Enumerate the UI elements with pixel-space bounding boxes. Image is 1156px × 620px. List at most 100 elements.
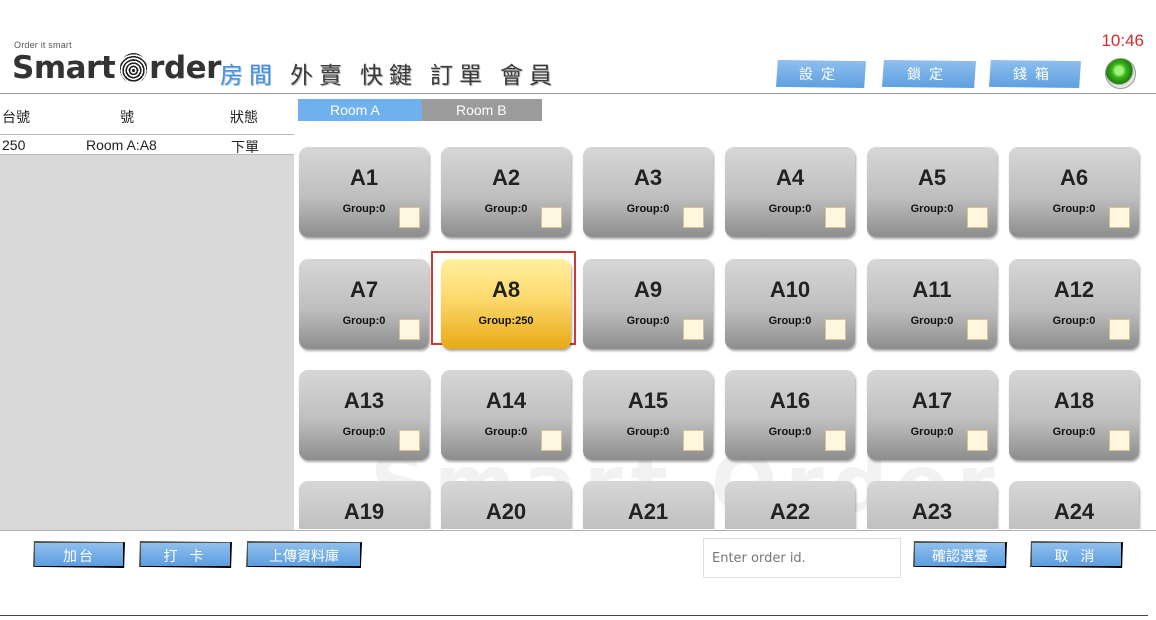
brand-logo: Smart rder bbox=[12, 50, 221, 86]
table-name: A12 bbox=[1053, 277, 1095, 302]
table-tile[interactable]: A15 Group:0 bbox=[583, 370, 713, 460]
table-checkbox[interactable] bbox=[825, 207, 846, 228]
table-tile[interactable]: A11 Group:0 bbox=[867, 259, 997, 349]
table-checkbox[interactable] bbox=[683, 430, 704, 451]
table-tile[interactable]: A2 Group:0 bbox=[441, 147, 571, 237]
nav-item-1[interactable]: 外賣 bbox=[290, 56, 348, 90]
table-name: A14 bbox=[485, 388, 527, 413]
table-checkbox[interactable] bbox=[967, 319, 988, 340]
table-checkbox[interactable] bbox=[825, 430, 846, 451]
table-name: A19 bbox=[343, 499, 385, 524]
table-grid: A1 Group:0 A2 Group:0 A3 Group:0 A4 Group:0 A5 Gr… bbox=[296, 130, 1146, 529]
table-tile[interactable]: A5 Group:0 bbox=[867, 147, 997, 237]
brand-tagline: Order it smart bbox=[14, 40, 72, 50]
table-checkbox[interactable] bbox=[967, 207, 988, 228]
table-tile[interactable]: A10 Group:0 bbox=[725, 259, 855, 349]
table-tile[interactable]: A23 bbox=[867, 481, 997, 529]
table-name: A4 bbox=[775, 165, 805, 190]
table-name: A2 bbox=[491, 165, 521, 190]
table-checkbox[interactable] bbox=[967, 430, 988, 451]
table-checkbox[interactable] bbox=[1109, 430, 1130, 451]
table-name: A17 bbox=[911, 388, 953, 413]
cancel-button[interactable]: 取 消 bbox=[1030, 541, 1123, 568]
footer-divider bbox=[0, 530, 1156, 531]
table-name: A18 bbox=[1053, 388, 1095, 413]
table-tile[interactable]: A4 Group:0 bbox=[725, 147, 855, 237]
nav-item-4[interactable]: 會員 bbox=[500, 56, 558, 90]
table-tile[interactable]: A13 Group:0 bbox=[299, 370, 429, 460]
table-checkbox[interactable] bbox=[541, 207, 562, 228]
table-tile[interactable]: A14 Group:0 bbox=[441, 370, 571, 460]
table-checkbox[interactable] bbox=[399, 207, 420, 228]
table-tile[interactable]: A8 Group:250 bbox=[441, 259, 571, 349]
table-checkbox[interactable] bbox=[683, 319, 704, 340]
table-checkbox[interactable] bbox=[683, 207, 704, 228]
upload-database-button[interactable]: 上傳資料庫 bbox=[246, 541, 362, 568]
cashbox-button[interactable]: 錢箱 bbox=[989, 60, 1081, 88]
table-name: A1 bbox=[349, 165, 379, 190]
room-tabs: Room A Room B bbox=[298, 99, 542, 121]
order-list-panel: 台號 號 狀態 250 Room A:A8 下單 bbox=[0, 94, 294, 530]
table-tile[interactable]: A19 bbox=[299, 481, 429, 529]
column-header-table: 台號 bbox=[2, 109, 30, 125]
table-name: A8 bbox=[491, 277, 521, 302]
nav-item-0[interactable]: 房間 bbox=[220, 56, 278, 90]
column-header-number: 號 bbox=[120, 109, 134, 125]
table-name: A21 bbox=[627, 499, 669, 524]
table-name: A23 bbox=[911, 499, 953, 524]
table-name: A3 bbox=[633, 165, 663, 190]
clock: 10:46 bbox=[1101, 31, 1144, 50]
table-name: A16 bbox=[769, 388, 811, 413]
table-checkbox[interactable] bbox=[541, 430, 562, 451]
table-name: A6 bbox=[1059, 165, 1089, 190]
clock-in-button[interactable]: 打 卡 bbox=[139, 541, 232, 568]
main-nav: 房間 外賣 快鍵 訂單 會員 bbox=[220, 56, 570, 90]
table-name: A24 bbox=[1053, 499, 1095, 524]
table-tile[interactable]: A9 Group:0 bbox=[583, 259, 713, 349]
table-tile[interactable]: A1 Group:0 bbox=[299, 147, 429, 237]
order-row[interactable]: 250 Room A:A8 下單 bbox=[0, 135, 294, 155]
table-tile[interactable]: A6 Group:0 bbox=[1009, 147, 1139, 237]
tab-room-b[interactable]: Room B bbox=[422, 99, 542, 121]
table-checkbox[interactable] bbox=[1109, 207, 1130, 228]
table-tile[interactable]: A12 Group:0 bbox=[1009, 259, 1139, 349]
divider bbox=[0, 154, 294, 155]
table-name: A22 bbox=[769, 499, 811, 524]
brand-logo-rder: rder bbox=[149, 50, 221, 86]
table-tile[interactable]: A20 bbox=[441, 481, 571, 529]
pos-app: Order it smart Smart rder 房間 外賣 快鍵 訂單 會員 10:… bbox=[0, 0, 1156, 620]
table-checkbox[interactable] bbox=[1109, 319, 1130, 340]
nav-item-3[interactable]: 訂單 bbox=[430, 56, 488, 90]
bottom-border bbox=[0, 615, 1148, 616]
table-tile[interactable]: A21 bbox=[583, 481, 713, 529]
add-table-button[interactable]: 加台 bbox=[33, 541, 125, 568]
connection-status-icon[interactable] bbox=[1105, 58, 1136, 89]
order-list-header: 台號 號 狀態 bbox=[0, 94, 294, 134]
table-checkbox[interactable] bbox=[399, 430, 420, 451]
order-id-input[interactable] bbox=[703, 538, 901, 578]
table-name: A5 bbox=[917, 165, 947, 190]
table-checkbox[interactable] bbox=[825, 319, 846, 340]
column-header-status: 狀態 bbox=[230, 109, 258, 125]
table-tile[interactable]: A17 Group:0 bbox=[867, 370, 997, 460]
table-tile[interactable]: A3 Group:0 bbox=[583, 147, 713, 237]
table-checkbox[interactable] bbox=[399, 319, 420, 340]
order-row-number: Room A:A8 bbox=[86, 137, 157, 153]
table-tile[interactable]: A7 Group:0 bbox=[299, 259, 429, 349]
table-name: A11 bbox=[912, 277, 952, 302]
table-tile[interactable]: A24 bbox=[1009, 481, 1139, 529]
table-tile[interactable]: A22 bbox=[725, 481, 855, 529]
table-tile[interactable]: A18 Group:0 bbox=[1009, 370, 1139, 460]
confirm-table-button[interactable]: 確認選臺 bbox=[913, 541, 1007, 568]
lock-button[interactable]: 鎖定 bbox=[882, 60, 976, 88]
fingerprint-icon bbox=[120, 53, 148, 83]
table-name: A7 bbox=[349, 277, 379, 302]
brand-logo-smart: Smart bbox=[12, 50, 116, 86]
table-name: A15 bbox=[627, 388, 669, 413]
settings-button[interactable]: 設定 bbox=[776, 60, 866, 88]
table-group: Group:250 bbox=[478, 315, 534, 327]
nav-item-2[interactable]: 快鍵 bbox=[360, 56, 418, 90]
table-name: A13 bbox=[343, 388, 385, 413]
tab-room-a[interactable]: Room A bbox=[298, 99, 422, 121]
table-tile[interactable]: A16 Group:0 bbox=[725, 370, 855, 460]
